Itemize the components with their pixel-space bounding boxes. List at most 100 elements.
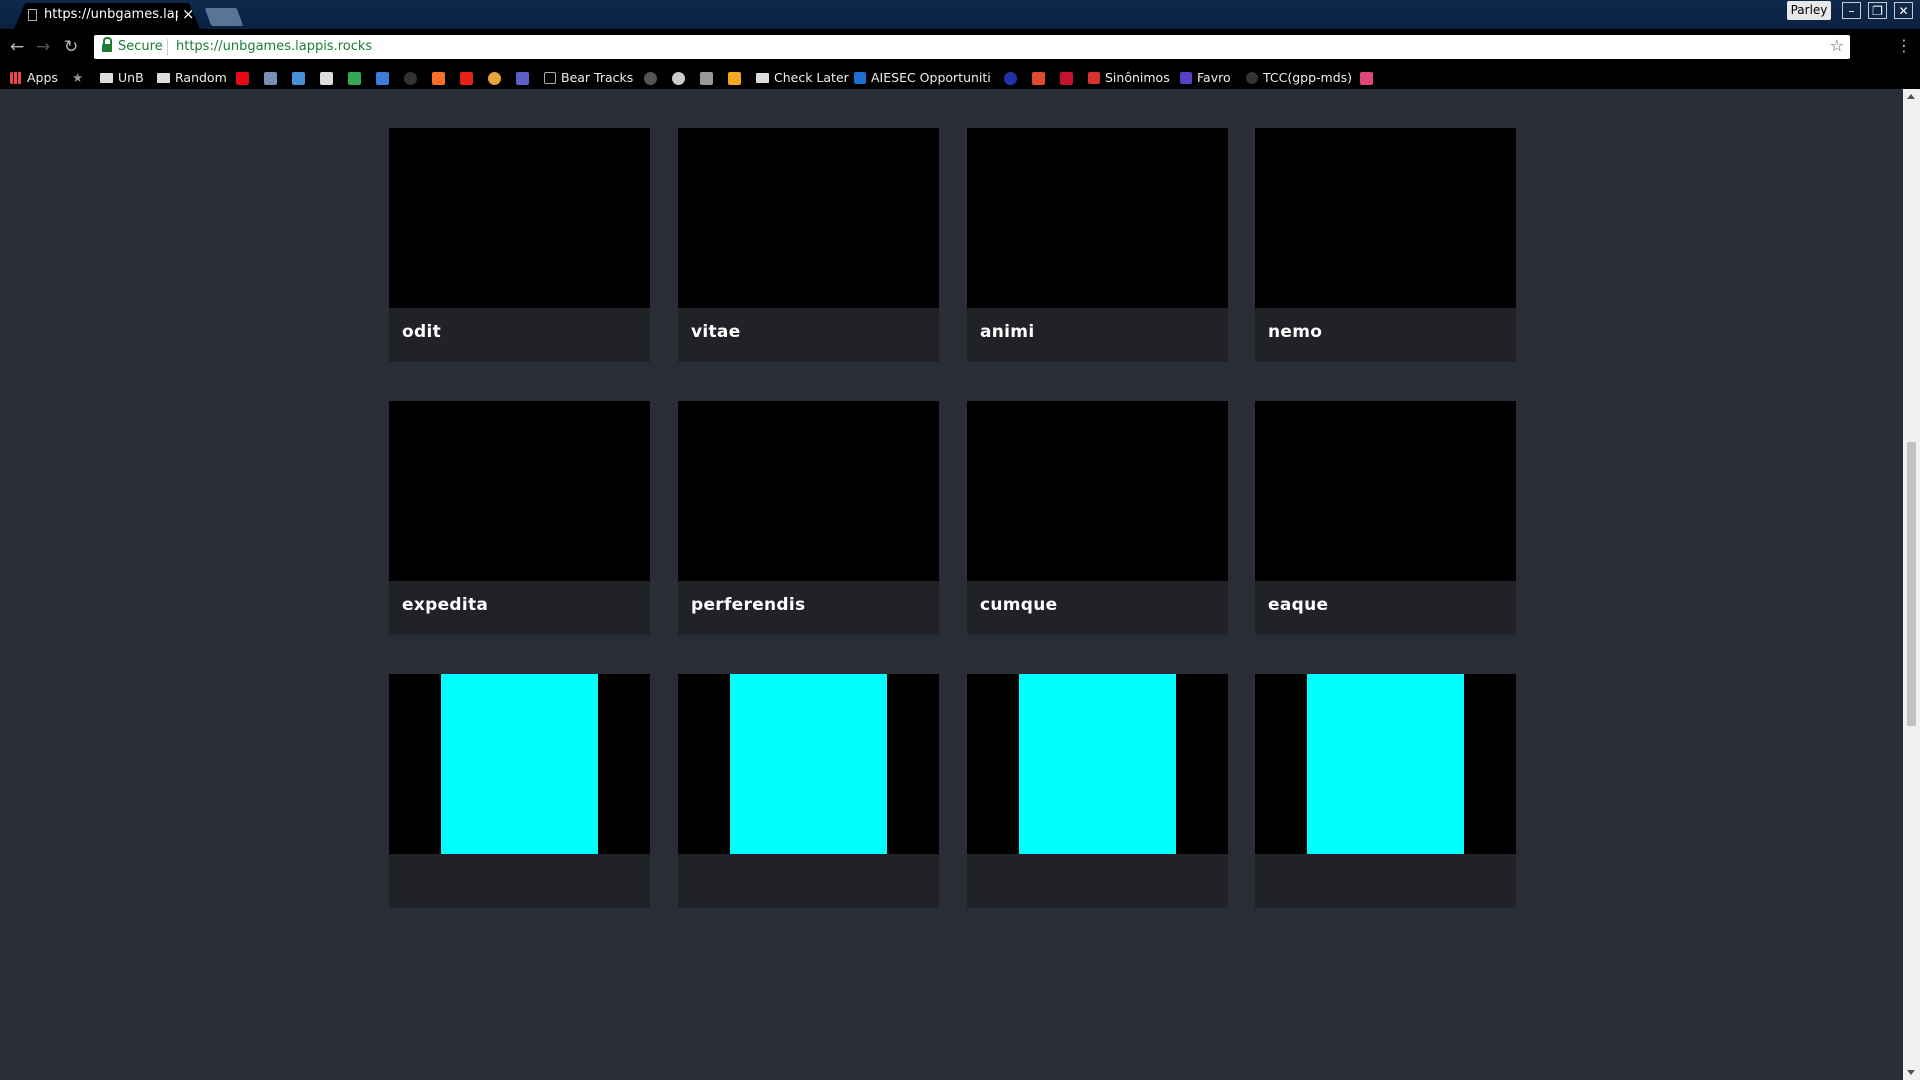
address-bar[interactable]: Secure https://unbgames.lappis.rocks ☆ (94, 35, 1850, 59)
game-thumbnail[interactable] (967, 401, 1228, 581)
bookmark-sinonimos-label: Sinônimos (1105, 70, 1170, 85)
game-card[interactable] (967, 674, 1228, 908)
game-title[interactable]: nemo (1268, 322, 1322, 342)
forward-button[interactable]: → (36, 37, 50, 57)
game-title[interactable]: vitae (691, 322, 741, 342)
app-icon[interactable] (672, 72, 685, 85)
sinonimos-icon (1088, 72, 1100, 84)
bookmark-star-icon[interactable]: ☆ (1830, 36, 1844, 55)
game-thumbnail[interactable] (967, 128, 1228, 308)
bookmark-check-later[interactable]: Check Later (756, 69, 849, 86)
bookmark-bear-tracks-label: Bear Tracks (561, 70, 634, 85)
bookmark-random[interactable]: Random (157, 69, 227, 86)
game-card[interactable]: odit (389, 128, 650, 362)
bookmark-apps[interactable]: Apps (10, 69, 58, 86)
scroll-up-arrow-icon[interactable] (1907, 94, 1915, 99)
game-thumbnail[interactable] (389, 128, 650, 308)
game-card[interactable]: perferendis (678, 401, 939, 635)
game-title[interactable]: odit (402, 322, 441, 342)
minimize-button[interactable]: – (1842, 2, 1861, 19)
game-card[interactable]: vitae (678, 128, 939, 362)
game-card[interactable]: nemo (1255, 128, 1516, 362)
trello-icon[interactable] (320, 72, 333, 85)
bookmark-favro-label: Favro (1197, 70, 1231, 85)
linux-icon[interactable] (264, 72, 277, 85)
folder-icon (157, 73, 170, 83)
bookmark-aiesec[interactable]: AIESEC Opportuniti (854, 69, 991, 86)
game-card[interactable]: eaque (1255, 401, 1516, 635)
lock-icon (102, 37, 112, 52)
game-card[interactable]: cumque (967, 401, 1228, 635)
game-thumbnail[interactable] (967, 674, 1228, 854)
game-thumbnail[interactable] (678, 128, 939, 308)
app-icon[interactable] (488, 72, 501, 85)
bookmark-bear-tracks[interactable]: Bear Tracks (544, 69, 633, 86)
netflix-icon[interactable] (236, 72, 249, 85)
star-bookmark-icon[interactable]: ★ (72, 69, 83, 86)
github-icon (1246, 72, 1258, 84)
title-bar: https://unbgames.lappis.rocks × Parley –… (0, 0, 1920, 29)
page-icon (28, 9, 37, 21)
chevrons-icon[interactable] (516, 72, 529, 85)
scroll-thumb[interactable] (1907, 442, 1916, 726)
browser-menu-icon[interactable]: ⋮ (1896, 36, 1912, 55)
game-card[interactable] (678, 674, 939, 908)
favro-icon (1180, 72, 1192, 84)
game-thumbnail-image (730, 674, 887, 854)
scrollbar[interactable] (1903, 89, 1920, 1080)
new-tab-button[interactable] (204, 8, 244, 26)
bookmark-tcc-label: TCC(gpp-mds) (1263, 70, 1353, 85)
game-title[interactable]: eaque (1268, 595, 1328, 615)
app-icon[interactable] (1004, 72, 1017, 85)
game-thumbnail[interactable] (389, 674, 650, 854)
game-card[interactable]: expedita (389, 401, 650, 635)
reload-button[interactable]: ↻ (64, 37, 78, 57)
aiesec-icon (854, 72, 866, 84)
app-icon[interactable] (376, 72, 389, 85)
browser-tab[interactable]: https://unbgames.lappis.rocks × (14, 3, 200, 29)
page-icon (544, 72, 556, 84)
gitlab-icon[interactable] (432, 72, 445, 85)
bookmark-tcc[interactable]: TCC(gpp-mds) (1246, 69, 1352, 86)
bookmark-sinonimos[interactable]: Sinônimos (1088, 69, 1170, 86)
youtube-icon[interactable] (460, 72, 473, 85)
app-icon[interactable] (728, 72, 741, 85)
app-icon[interactable] (1060, 72, 1073, 85)
bookmark-unb[interactable]: UnB (100, 69, 144, 86)
app-icon[interactable] (644, 72, 657, 85)
close-window-button[interactable]: ✕ (1894, 2, 1913, 19)
game-thumbnail[interactable] (389, 401, 650, 581)
game-thumbnail[interactable] (678, 674, 939, 854)
game-thumbnail[interactable] (1255, 674, 1516, 854)
profile-button[interactable]: Parley (1787, 1, 1831, 20)
game-thumbnail[interactable] (1255, 128, 1516, 308)
tab-title: https://unbgames.lappis.rocks (44, 7, 178, 22)
folder-icon (756, 73, 769, 83)
bookmark-apps-label: Apps (27, 70, 58, 85)
game-title[interactable]: perferendis (691, 595, 805, 615)
app-icon[interactable] (700, 72, 713, 85)
drive-icon[interactable] (348, 72, 361, 85)
games-grid: rationelaborumquidemcumqueoditvitaeanimi… (0, 89, 1903, 1080)
game-thumbnail[interactable] (1255, 401, 1516, 581)
game-card[interactable] (389, 674, 650, 908)
mail-icon[interactable] (292, 72, 305, 85)
scroll-down-arrow-icon[interactable] (1907, 1070, 1915, 1075)
back-button[interactable]: ← (10, 37, 24, 57)
game-title[interactable]: animi (980, 322, 1034, 342)
github-icon[interactable] (404, 72, 417, 85)
game-card[interactable]: animi (967, 128, 1228, 362)
folder-icon (100, 73, 113, 83)
app-icon[interactable] (1032, 72, 1045, 85)
tab-close-button[interactable]: × (182, 5, 195, 23)
game-title[interactable]: cumque (980, 595, 1058, 615)
address-separator (167, 39, 168, 55)
game-card[interactable] (1255, 674, 1516, 908)
game-title[interactable]: expedita (402, 595, 488, 615)
game-thumbnail[interactable] (678, 401, 939, 581)
restore-button[interactable]: ❐ (1868, 2, 1887, 19)
url-text[interactable]: https://unbgames.lappis.rocks (176, 39, 372, 54)
app-icon[interactable] (1360, 72, 1373, 85)
bookmark-favro[interactable]: Favro (1180, 69, 1231, 86)
bookmark-unb-label: UnB (118, 70, 144, 85)
